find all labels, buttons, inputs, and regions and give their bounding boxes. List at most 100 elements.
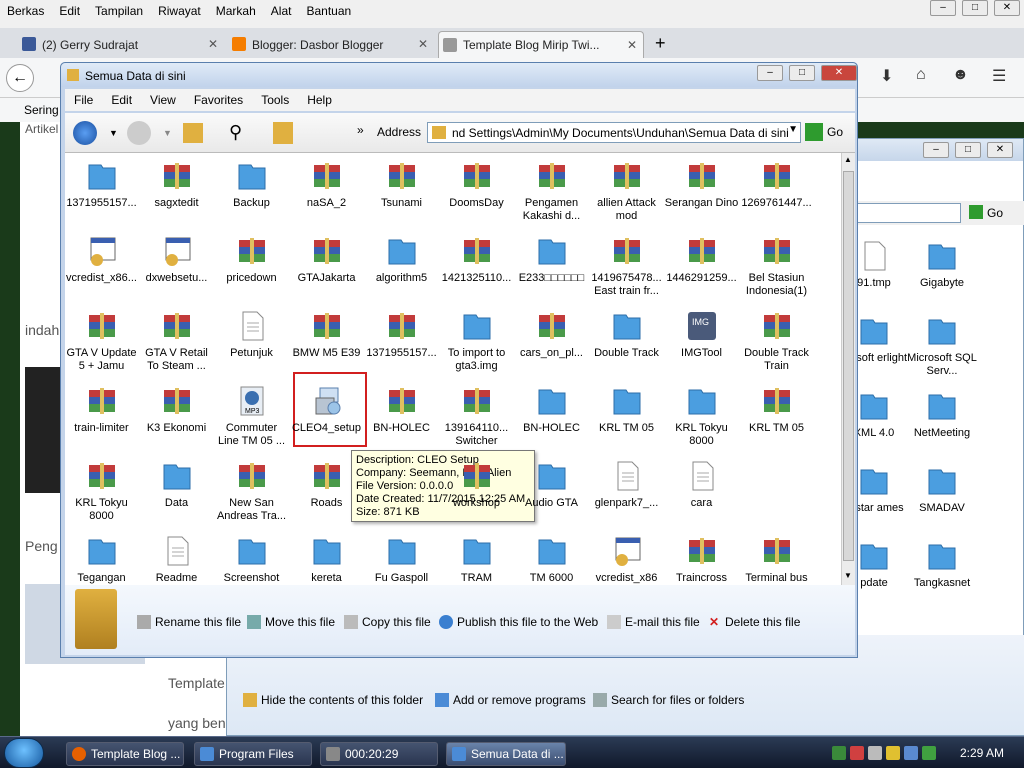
file-item[interactable]: Audio GTA (514, 459, 589, 510)
task-search[interactable]: Search for files or folders (593, 693, 744, 707)
task-label[interactable]: Search for files or folders (611, 693, 744, 707)
file-item[interactable]: GTA V Update 5 + Jamu (65, 309, 139, 373)
file-item[interactable]: Terminal bus (739, 534, 814, 585)
go-label[interactable]: Go (827, 125, 843, 139)
vertical-scrollbar[interactable]: ▲ ▼ (841, 153, 855, 585)
forward-arrow-icon[interactable] (127, 121, 151, 145)
file-item[interactable]: KRL TM 05 (739, 384, 814, 435)
file-item-selected[interactable]: CLEO4_setup (289, 384, 364, 435)
file-item[interactable]: Data (139, 459, 214, 510)
taskbar-button-firefox[interactable]: Template Blog ... (66, 742, 184, 766)
task-copy[interactable]: Copy this file (344, 615, 431, 629)
app-tray-icon[interactable] (904, 746, 918, 760)
menu-item[interactable]: Riwayat (158, 4, 201, 18)
taskbar-button-semua-data[interactable]: Semua Data di ... (446, 742, 566, 766)
file-item[interactable]: cara (664, 459, 739, 510)
file-item[interactable]: 1371955157... (364, 309, 439, 360)
file-item[interactable]: 1419675478... East train fr... (589, 234, 664, 298)
scroll-down-icon[interactable]: ▼ (844, 571, 852, 580)
file-item[interactable]: BMW M5 E39 (289, 309, 364, 360)
maximize-button[interactable]: □ (962, 0, 988, 16)
file-item[interactable]: train-limiter (65, 384, 139, 435)
file-item[interactable]: TRAM (439, 534, 514, 585)
file-item[interactable]: vcredist_x86... (65, 234, 139, 285)
go-icon[interactable] (805, 123, 823, 141)
toolbar-overflow-icon[interactable]: » (357, 123, 364, 137)
new-tab-button[interactable]: + (655, 33, 666, 54)
back-icon[interactable]: ← (6, 64, 34, 92)
menu-item[interactable]: Bantuan (306, 4, 351, 18)
file-item[interactable]: naSA_2 (289, 159, 364, 210)
folders-icon[interactable] (273, 122, 293, 144)
scroll-up-icon[interactable]: ▲ (844, 155, 852, 164)
task-label[interactable]: Rename this file (155, 615, 241, 629)
file-item[interactable]: Petunjuk (214, 309, 289, 360)
maximize-button[interactable]: □ (955, 142, 981, 158)
task-add-remove[interactable]: Add or remove programs (435, 693, 586, 707)
tab-facebook[interactable]: (2) Gerry Sudrajat ✕ (18, 31, 224, 58)
menu-item[interactable]: Alat (271, 4, 292, 18)
file-item[interactable]: Bel Stasiun Indonesia(1) (739, 234, 814, 298)
menu-item[interactable]: File (74, 93, 93, 107)
file-item[interactable]: E233□□□□□□ (514, 234, 589, 285)
file-item[interactable]: BN-HOLEC (514, 384, 589, 435)
close-button[interactable]: ✕ (821, 65, 857, 81)
menu-item[interactable]: View (150, 93, 176, 107)
menu-item[interactable]: Edit (111, 93, 132, 107)
menu-item[interactable]: Help (307, 93, 332, 107)
file-item[interactable]: Tsunami (364, 159, 439, 210)
security-icon[interactable] (850, 746, 864, 760)
menu-item[interactable]: Favorites (194, 93, 243, 107)
file-item[interactable]: IMG IMGTool (664, 309, 739, 360)
file-item[interactable]: kereta (289, 534, 364, 585)
task-rename[interactable]: Rename this file (137, 615, 241, 629)
file-item[interactable]: MP3 Commuter Line TM 05 ... (214, 384, 289, 448)
file-item[interactable]: BN-HOLEC (364, 384, 439, 435)
file-item[interactable]: workshop (439, 459, 514, 510)
task-label[interactable]: E-mail this file (625, 615, 700, 629)
file-item[interactable]: Double Track (589, 309, 664, 360)
warning-icon[interactable] (922, 746, 936, 760)
home-icon[interactable]: ⌂ (916, 66, 926, 84)
task-label[interactable]: Copy this file (362, 615, 431, 629)
chevron-down-icon[interactable]: ▼ (788, 124, 798, 135)
file-item[interactable]: Gigabyte (907, 239, 977, 290)
download-icon[interactable]: ⬇ (880, 66, 893, 86)
file-item[interactable]: DoomsDay (439, 159, 514, 210)
file-item[interactable]: K3 Ekonomi (139, 384, 214, 435)
file-item[interactable]: Pengamen Kakashi d... (514, 159, 589, 223)
menu-item[interactable]: Edit (59, 4, 80, 18)
tab-template-blog[interactable]: Template Blog Mirip Twi... ✕ (438, 31, 644, 58)
start-button[interactable] (4, 738, 44, 768)
file-item[interactable]: algorithm5 (364, 234, 439, 285)
file-item[interactable]: 1421325110... (439, 234, 514, 285)
file-item[interactable]: KRL TM 05 (589, 384, 664, 435)
menu-item[interactable]: Berkas (7, 4, 44, 18)
bookmark-item[interactable]: Sering (24, 103, 59, 117)
task-label[interactable]: Hide the contents of this folder (261, 693, 423, 707)
file-item[interactable]: cars_on_pl... (514, 309, 589, 360)
file-item[interactable]: Double Track Train (739, 309, 814, 373)
file-item[interactable]: KRL Tokyu 8000 (664, 384, 739, 448)
task-move[interactable]: Move this file (247, 615, 335, 629)
file-item[interactable]: vcredist_x86 (589, 534, 664, 585)
file-item[interactable]: TM 6000 (514, 534, 589, 585)
close-button[interactable]: ✕ (994, 0, 1020, 16)
file-item[interactable]: SMADAV (907, 464, 977, 515)
file-item[interactable]: Tegangan (65, 534, 139, 585)
file-item[interactable]: Roads (289, 459, 364, 510)
minimize-button[interactable]: – (757, 65, 783, 81)
file-item[interactable]: 1446291259... (664, 234, 739, 285)
clock[interactable]: 2:29 AM (960, 746, 1004, 760)
file-item[interactable]: glenpark7_... (589, 459, 664, 510)
file-item[interactable]: NetMeeting (907, 389, 977, 440)
menu-item[interactable]: Markah (216, 4, 256, 18)
file-item[interactable]: pricedown (214, 234, 289, 285)
file-item[interactable]: Backup (214, 159, 289, 210)
power-icon[interactable] (886, 746, 900, 760)
smiley-icon[interactable]: ☻ (952, 66, 969, 84)
file-item[interactable]: To import to gta3.img (439, 309, 514, 373)
task-label[interactable]: Add or remove programs (453, 693, 586, 707)
file-item[interactable]: Fu Gaspoll (364, 534, 439, 585)
file-item[interactable]: 1269761447... (739, 159, 814, 210)
